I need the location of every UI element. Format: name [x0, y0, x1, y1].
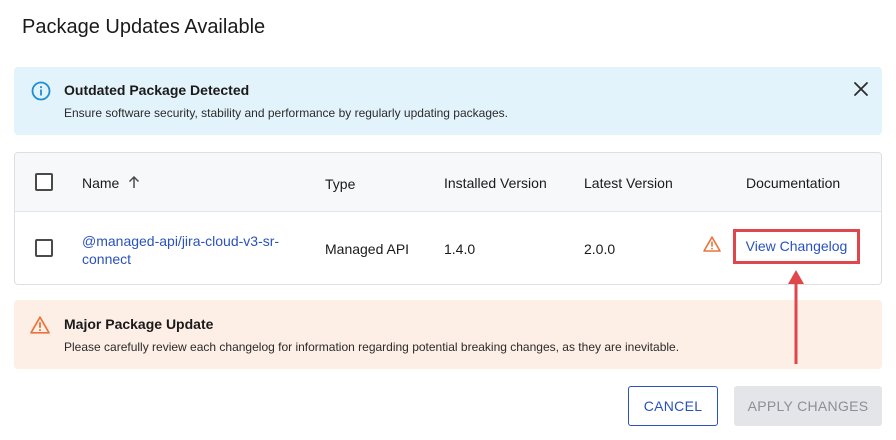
table-header: Name Type Installed Version Latest Versi…: [15, 153, 881, 212]
column-header-documentation: Documentation: [746, 175, 841, 191]
view-changelog-link[interactable]: View Changelog: [733, 229, 860, 264]
apply-changes-button[interactable]: APPLY CHANGES: [734, 386, 882, 426]
table-row: @managed-api/jira-cloud-v3-sr-connect Ma…: [15, 212, 881, 285]
annotation-arrow: [788, 270, 804, 364]
package-type: Managed API: [325, 241, 410, 257]
warning-icon: [30, 316, 50, 334]
info-icon: [31, 81, 51, 101]
latest-version: 2.0.0: [584, 241, 616, 257]
column-header-latest-version: Latest Version: [584, 175, 673, 191]
column-header-type: Type: [325, 176, 356, 192]
row-checkbox[interactable]: [35, 239, 53, 257]
info-banner-text: Ensure software security, stability and …: [64, 106, 509, 120]
warning-banner-text: Please carefully review each changelog f…: [64, 340, 680, 354]
packages-table: Name Type Installed Version Latest Versi…: [14, 152, 882, 285]
package-name-link[interactable]: @managed-api/jira-cloud-v3-sr-connect: [82, 232, 302, 268]
warning-banner: Major Package Update Please carefully re…: [14, 300, 882, 369]
installed-version: 1.4.0: [444, 241, 476, 257]
column-header-name[interactable]: Name: [82, 175, 119, 191]
cancel-button[interactable]: CANCEL: [628, 386, 718, 426]
info-banner: Outdated Package Detected Ensure softwar…: [14, 67, 882, 135]
page-title: Package Updates Available: [22, 16, 266, 38]
close-icon[interactable]: [852, 80, 870, 98]
arrow-up-icon[interactable]: [127, 175, 141, 189]
info-banner-title: Outdated Package Detected: [64, 82, 250, 98]
warning-icon: [703, 236, 721, 252]
warning-banner-title: Major Package Update: [64, 316, 214, 332]
select-all-checkbox[interactable]: [35, 173, 53, 191]
column-header-installed-version: Installed Version: [444, 175, 547, 191]
